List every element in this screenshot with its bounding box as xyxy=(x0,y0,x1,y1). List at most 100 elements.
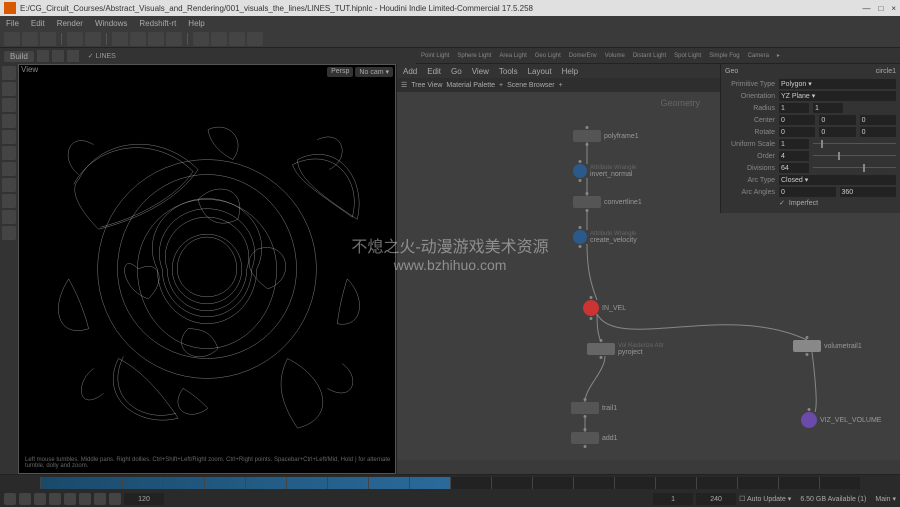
center-y[interactable]: 0 xyxy=(819,115,855,125)
ng-edit[interactable]: Edit xyxy=(427,67,441,76)
arcangle-start[interactable]: 0 xyxy=(779,187,836,197)
tool-save-icon[interactable] xyxy=(40,32,56,46)
shelf-more[interactable]: ▸ xyxy=(774,51,783,60)
ng-view[interactable]: View xyxy=(472,67,489,76)
shelf-distant-light[interactable]: Distant Light xyxy=(630,52,669,60)
node-pyroject[interactable]: Vol Rasterize Attrpyroject xyxy=(587,342,664,356)
sb-icon-2[interactable] xyxy=(52,50,64,62)
rotate-tool-icon[interactable] xyxy=(2,98,16,112)
realtime-icon[interactable] xyxy=(94,493,106,505)
divisions-field[interactable]: 64 xyxy=(779,163,809,173)
menu-file[interactable]: File xyxy=(6,19,19,28)
node-create-velocity[interactable]: Attribute Wranglecreate_velocity xyxy=(573,230,637,244)
timeline-track[interactable] xyxy=(40,477,860,489)
menu-redshift[interactable]: Redshift-rt xyxy=(139,19,176,28)
view-tool-icon[interactable] xyxy=(2,162,16,176)
shelf-sphere-light[interactable]: Sphere Light xyxy=(454,52,494,60)
play-back-icon[interactable] xyxy=(34,493,46,505)
node-polyframe[interactable]: polyframe1 xyxy=(573,130,639,142)
maximize-button[interactable]: □ xyxy=(878,4,883,13)
frame-current[interactable]: 120 xyxy=(124,493,164,505)
tool-a-icon[interactable] xyxy=(193,32,209,46)
shelf-point-light[interactable]: Point Light xyxy=(418,52,452,60)
menu-edit[interactable]: Edit xyxy=(31,19,45,28)
shelf-spot-light[interactable]: Spot Light xyxy=(671,52,704,60)
tool-grid-icon[interactable] xyxy=(130,32,146,46)
order-slider[interactable] xyxy=(813,152,896,160)
tab-tree-view[interactable]: Tree View xyxy=(411,82,442,89)
tool-i-icon[interactable] xyxy=(2,194,16,208)
ng-go[interactable]: Go xyxy=(451,67,462,76)
rotate-z[interactable]: 0 xyxy=(860,127,896,137)
tool-j-icon[interactable] xyxy=(2,210,16,224)
play-prev-icon[interactable] xyxy=(19,493,31,505)
shelf-simple-fog[interactable]: Simple Fog xyxy=(706,52,742,60)
tool-undo-icon[interactable] xyxy=(67,32,83,46)
viewport[interactable]: View Persp No cam ▾ xyxy=(18,64,396,474)
tool-k-icon[interactable] xyxy=(2,226,16,240)
tab-matpal[interactable]: Material Palette xyxy=(446,82,495,89)
radius-x[interactable]: 1 xyxy=(779,103,809,113)
tab-scene-browser[interactable]: Scene Browser xyxy=(507,82,554,89)
param-name[interactable]: circle1 xyxy=(876,68,896,75)
minimize-button[interactable]: — xyxy=(862,4,870,13)
loop-icon[interactable] xyxy=(109,493,121,505)
ng-add[interactable]: Add xyxy=(403,67,417,76)
handle-tool-icon[interactable] xyxy=(2,146,16,160)
primtype-field[interactable]: Polygon ▾ xyxy=(779,79,896,89)
rotate-x[interactable]: 0 xyxy=(779,127,815,137)
divisions-slider[interactable] xyxy=(813,164,896,172)
tool-options-icon[interactable] xyxy=(166,32,182,46)
uscale-field[interactable]: 1 xyxy=(779,139,809,149)
rotate-y[interactable]: 0 xyxy=(819,127,855,137)
arctype-field[interactable]: Closed ▾ xyxy=(779,175,896,185)
play-last-icon[interactable] xyxy=(79,493,91,505)
node-convertline[interactable]: convertline1 xyxy=(573,196,642,208)
camera-menu[interactable]: No cam ▾ xyxy=(355,67,393,77)
range-start[interactable]: 1 xyxy=(653,493,693,505)
tool-new-icon[interactable] xyxy=(4,32,20,46)
tab-plus2[interactable]: + xyxy=(559,82,563,89)
select-tool-icon[interactable] xyxy=(2,66,16,80)
node-invert-normal[interactable]: Attribute Wrangleinvert_normal xyxy=(573,164,636,178)
tool-c-icon[interactable] xyxy=(229,32,245,46)
tab-plus1[interactable]: + xyxy=(499,82,503,89)
menu-windows[interactable]: Windows xyxy=(95,19,127,28)
range-end[interactable]: 240 xyxy=(696,493,736,505)
sb-icon-1[interactable] xyxy=(37,50,49,62)
arcangle-end[interactable]: 360 xyxy=(840,187,897,197)
desktop-tab[interactable]: Build xyxy=(4,51,34,62)
node-in-vel[interactable]: IN_VEL xyxy=(583,300,626,316)
menu-render[interactable]: Render xyxy=(57,19,83,28)
imperfect-check[interactable]: ✓ xyxy=(779,199,785,207)
shelf-dome-env[interactable]: Dome/Env xyxy=(566,52,600,60)
play-next-icon[interactable] xyxy=(64,493,76,505)
shelf-camera[interactable]: Camera xyxy=(745,52,772,60)
shelf-volume[interactable]: Volume xyxy=(602,52,628,60)
tab-tree-icon[interactable]: ☰ xyxy=(401,81,407,89)
render-tool-icon[interactable] xyxy=(2,178,16,192)
menu-help[interactable]: Help xyxy=(188,19,204,28)
node-add[interactable]: add1 xyxy=(571,432,618,444)
tool-b-icon[interactable] xyxy=(211,32,227,46)
ng-help[interactable]: Help xyxy=(562,67,578,76)
radius-y[interactable]: 1 xyxy=(813,103,843,113)
brush-tool-icon[interactable] xyxy=(2,130,16,144)
ng-layout[interactable]: Layout xyxy=(528,67,552,76)
auto-update[interactable]: ☐ Auto Update ▾ xyxy=(739,495,791,503)
param-path[interactable]: Geo xyxy=(725,68,738,75)
node-trail[interactable]: trail1 xyxy=(571,402,617,414)
scale-tool-icon[interactable] xyxy=(2,114,16,128)
sb-icon-3[interactable] xyxy=(67,50,79,62)
move-tool-icon[interactable] xyxy=(2,82,16,96)
tool-redo-icon[interactable] xyxy=(85,32,101,46)
close-button[interactable]: × xyxy=(891,4,896,13)
orient-field[interactable]: YZ Plane ▾ xyxy=(779,91,896,101)
tool-d-icon[interactable] xyxy=(247,32,263,46)
ng-tools[interactable]: Tools xyxy=(499,67,518,76)
play-fwd-icon[interactable] xyxy=(49,493,61,505)
tool-open-icon[interactable] xyxy=(22,32,38,46)
node-viz-vel[interactable]: VIZ_VEL_VOLUME xyxy=(801,412,881,428)
order-field[interactable]: 4 xyxy=(779,151,809,161)
play-first-icon[interactable] xyxy=(4,493,16,505)
